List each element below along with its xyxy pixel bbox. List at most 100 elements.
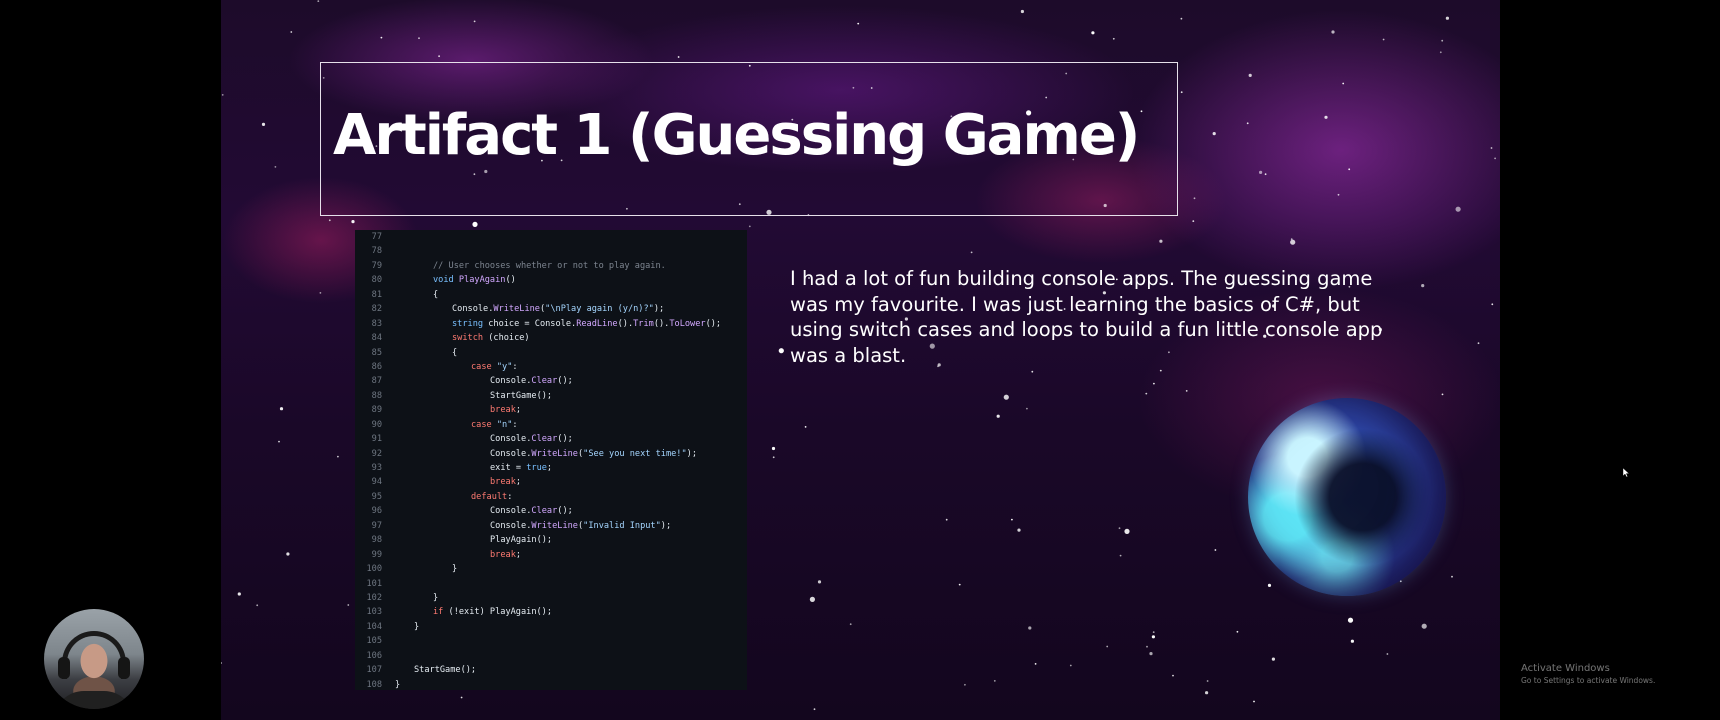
star xyxy=(1290,239,1296,245)
star xyxy=(319,292,322,294)
code-text: break; xyxy=(490,403,521,417)
line-number: 96 xyxy=(371,506,382,517)
code-token: Clear xyxy=(531,434,558,445)
code-token: "y" xyxy=(496,361,513,372)
star xyxy=(1159,369,1162,372)
star xyxy=(221,94,224,96)
star xyxy=(1491,303,1494,306)
code-token: Clear xyxy=(531,506,558,517)
code-line: 79 // User chooses whether or not to play… xyxy=(355,259,747,273)
star xyxy=(813,708,816,711)
star xyxy=(1020,9,1024,14)
line-number: 93 xyxy=(371,463,382,473)
code-token: "Invalid Input" xyxy=(583,520,661,531)
star xyxy=(772,456,775,459)
line-number: 92 xyxy=(371,448,382,459)
code-line: 106 xyxy=(355,649,747,663)
code-token: (); xyxy=(557,506,573,517)
line-number: 85 xyxy=(371,347,382,358)
star xyxy=(1017,528,1021,532)
code-token: Console. xyxy=(490,376,532,387)
star xyxy=(1214,549,1217,551)
code-token: WriteLine xyxy=(493,304,540,315)
code-token: (). xyxy=(617,318,634,329)
code-token: (); xyxy=(705,318,722,329)
code-line: 80 void PlayAgain() xyxy=(355,273,747,287)
code-text: Console.WriteLine("See you next time!"); xyxy=(490,447,697,461)
star xyxy=(328,219,331,222)
star xyxy=(1180,17,1183,20)
line-number: 82 xyxy=(371,304,382,315)
code-text: Console.Clear(); xyxy=(490,504,573,518)
line-number: 91 xyxy=(371,434,382,445)
star xyxy=(1347,617,1354,623)
code-line: 99 break; xyxy=(355,548,747,562)
star xyxy=(945,518,948,521)
star xyxy=(804,426,807,428)
code-token: (); xyxy=(557,376,573,387)
star xyxy=(1031,370,1034,373)
code-token: ); xyxy=(653,304,665,315)
code-line: 95 default: xyxy=(355,490,747,504)
code-token: void xyxy=(433,275,459,286)
slide-description: I had a lot of fun building console apps… xyxy=(790,267,1383,367)
code-token: StartGame(); xyxy=(490,390,553,401)
code-token: { xyxy=(433,289,439,300)
code-line: 85 { xyxy=(355,346,747,360)
star xyxy=(1477,342,1480,345)
code-line: 77 xyxy=(355,230,747,244)
line-number: 101 xyxy=(366,578,382,589)
code-line: 96 Console.Clear(); xyxy=(355,504,747,518)
star xyxy=(1172,674,1174,677)
code-token: ; xyxy=(515,405,522,416)
code-text: StartGame(); xyxy=(414,663,476,677)
code-token: StartGame(); xyxy=(414,665,477,676)
code-token: : xyxy=(507,491,513,502)
watermark-subtitle: Go to Settings to activate Windows. xyxy=(1521,676,1656,685)
code-token: Console. xyxy=(490,520,532,531)
code-token: break xyxy=(490,549,516,560)
code-token: ; xyxy=(546,463,553,473)
code-text: Console.WriteLine("\nPlay again (y/n)?")… xyxy=(452,302,664,316)
line-number: 90 xyxy=(371,419,382,430)
star xyxy=(1246,122,1249,125)
line-number: 79 xyxy=(371,260,382,271)
star xyxy=(1028,626,1032,630)
star xyxy=(1091,31,1095,35)
line-number: 78 xyxy=(371,246,382,257)
code-text: } xyxy=(414,620,419,634)
star xyxy=(1348,168,1351,171)
code-token: (). xyxy=(653,318,670,329)
code-line: 107 StartGame(); xyxy=(355,663,747,677)
code-line: 82 Console.WriteLine("\nPlay again (y/n)?… xyxy=(355,302,747,316)
star xyxy=(1248,73,1252,77)
star xyxy=(1494,157,1496,160)
star xyxy=(1146,645,1148,648)
star xyxy=(1145,392,1148,395)
star xyxy=(237,592,241,596)
code-line: 86 case "y": xyxy=(355,360,747,374)
star xyxy=(1331,30,1335,34)
star xyxy=(1490,147,1493,149)
line-number: 103 xyxy=(366,607,382,618)
star xyxy=(1011,518,1013,521)
star xyxy=(1455,206,1461,212)
star xyxy=(1003,394,1009,400)
star xyxy=(286,552,290,556)
star xyxy=(221,662,222,664)
line-number: 97 xyxy=(371,520,382,531)
star xyxy=(380,36,383,39)
line-number: 83 xyxy=(371,318,382,329)
code-token: "\nPlay again (y/n)?" xyxy=(545,304,654,315)
star xyxy=(857,22,860,25)
line-number: 80 xyxy=(371,275,382,286)
code-text: break; xyxy=(490,548,521,562)
code-text: case "y": xyxy=(471,360,518,374)
code-line: 81 { xyxy=(355,288,747,302)
code-line: 101 xyxy=(355,577,747,591)
star xyxy=(771,446,776,451)
star xyxy=(337,455,339,458)
star xyxy=(1386,653,1389,655)
star xyxy=(849,623,852,626)
star xyxy=(1106,645,1109,648)
